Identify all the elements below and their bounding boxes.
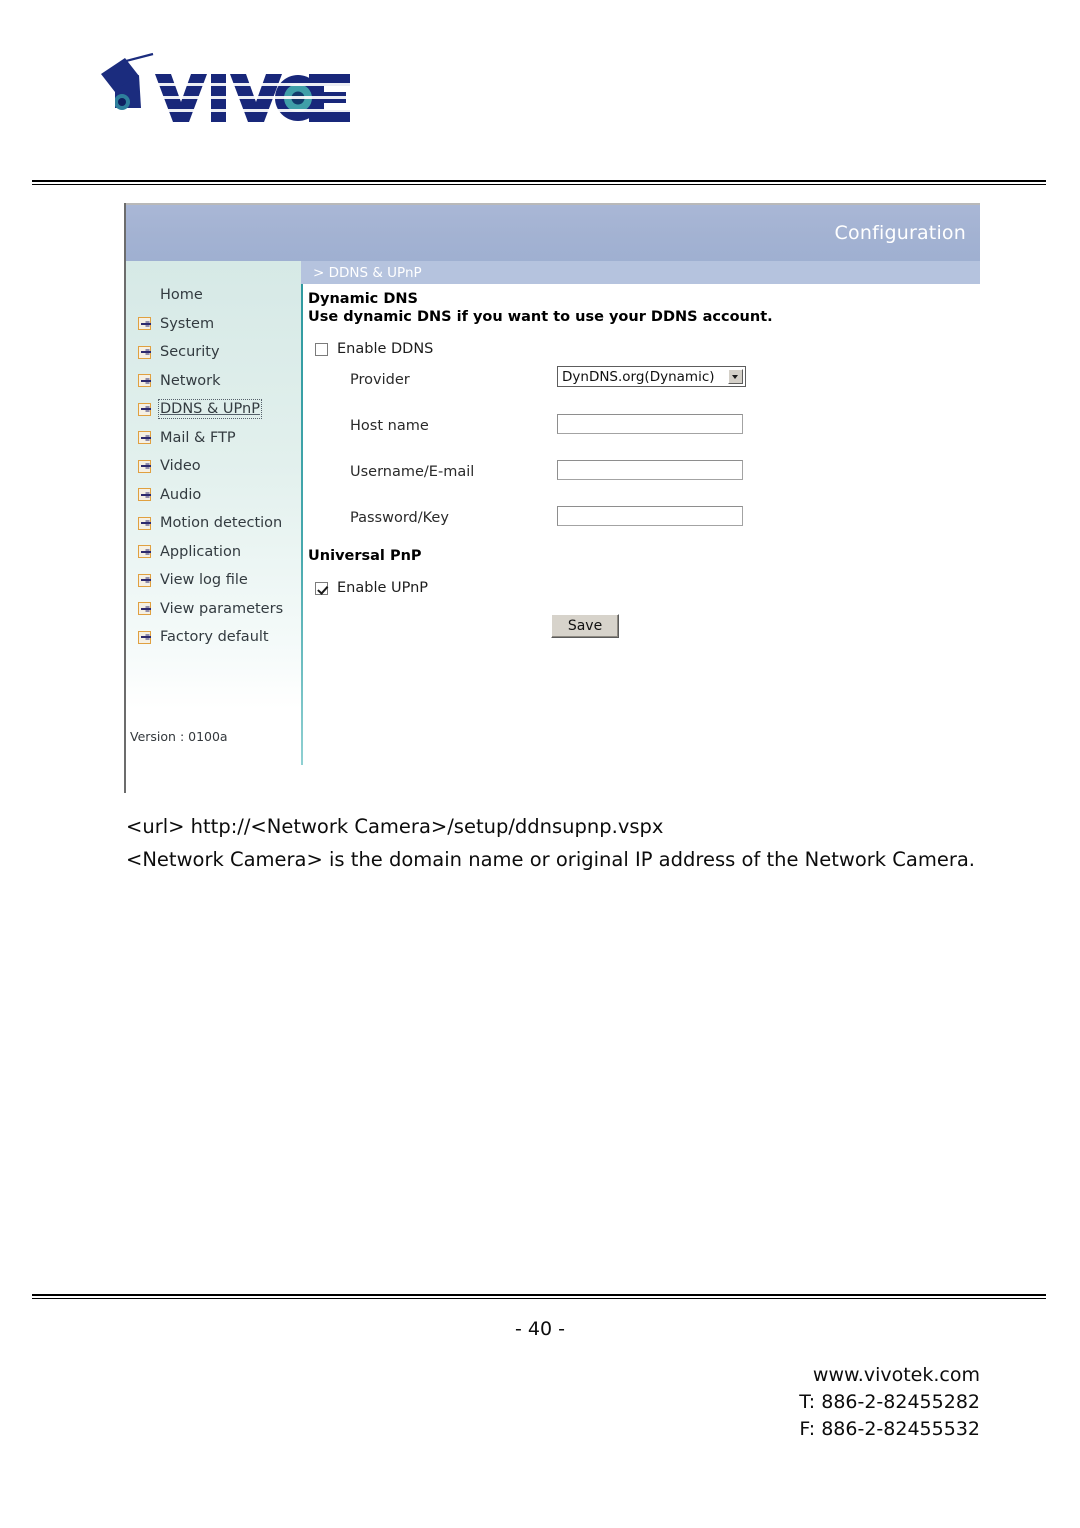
header-rule: [32, 180, 1046, 185]
ddns-upnp-form: Dynamic DNS Use dynamic DNS if you want …: [308, 290, 978, 654]
sidebar-item-label: DDNS & UPnP: [158, 399, 262, 420]
arrow-right-icon: [138, 545, 151, 559]
sidebar-item-application[interactable]: Application: [126, 538, 301, 567]
sidebar-item-label: Mail & FTP: [160, 429, 236, 446]
enable-ddns-row[interactable]: Enable DDNS: [308, 341, 978, 357]
sidebar-item-security[interactable]: Security: [126, 338, 301, 367]
arrow-right-icon: [138, 602, 151, 616]
sidebar-item-view-parameters[interactable]: View parameters: [126, 595, 301, 624]
vivotek-camera-logo-icon: [101, 52, 154, 114]
provider-row: Provider DynDNS.org(Dynamic): [308, 361, 978, 403]
host-name-row: Host name: [308, 407, 978, 449]
sidebar-item-audio[interactable]: Audio: [126, 481, 301, 510]
password-key-label: Password/Key: [350, 510, 449, 526]
arrow-right-icon: [138, 573, 151, 587]
page-number: - 40 -: [515, 1318, 565, 1340]
sidebar-item-motion-detection[interactable]: Motion detection: [126, 509, 301, 538]
arrow-right-icon: [138, 402, 151, 416]
sidebar-item-label: Application: [160, 543, 242, 560]
breadcrumb: > DDNS & UPnP: [313, 265, 422, 281]
provider-select[interactable]: DynDNS.org(Dynamic): [557, 366, 746, 387]
enable-upnp-checkbox[interactable]: [315, 581, 328, 595]
username-email-input[interactable]: [557, 459, 743, 480]
provider-selected-value: DynDNS.org(Dynamic): [562, 368, 715, 385]
configuration-screenshot: Configuration Home System Security Netwo…: [124, 203, 980, 793]
arrow-right-icon: [138, 516, 151, 530]
sidebar-item-view-log-file[interactable]: View log file: [126, 566, 301, 595]
sidebar-item-video[interactable]: Video: [126, 452, 301, 481]
sidebar-item-label: Network: [160, 372, 221, 389]
sidebar-item-label: View parameters: [160, 600, 284, 617]
enable-ddns-label: Enable DDNS: [337, 341, 434, 357]
app-titlebar: Configuration: [126, 203, 980, 261]
enable-ddns-checkbox[interactable]: [315, 342, 328, 356]
arrow-right-icon: [138, 317, 151, 331]
password-key-input[interactable]: [557, 505, 743, 526]
company-telephone: T: 886-2-82455282: [799, 1391, 980, 1413]
vivotek-logo-svg: [101, 52, 350, 122]
host-name-input[interactable]: [557, 413, 743, 434]
arrow-right-icon: [138, 345, 151, 359]
universal-pnp-heading: Universal PnP: [308, 548, 422, 564]
username-email-label: Username/E-mail: [350, 464, 475, 480]
sidebar-item-label: System: [160, 315, 215, 332]
sidebar-item-factory-default[interactable]: Factory default: [126, 623, 301, 652]
sidebar-item-label: Security: [160, 344, 220, 361]
sidebar-item-label: Motion detection: [160, 515, 283, 532]
enable-upnp-label: Enable UPnP: [337, 580, 429, 596]
sidebar-item-system[interactable]: System: [126, 310, 301, 339]
arrow-right-icon: [138, 459, 151, 473]
arrow-right-icon: [138, 488, 151, 502]
save-button[interactable]: Save: [551, 614, 619, 638]
host-name-label: Host name: [350, 418, 429, 434]
firmware-version-label: Version : 0100a: [130, 729, 228, 744]
host-name-control[interactable]: [557, 412, 743, 434]
page-title: Configuration: [834, 222, 966, 244]
sidebar-item-ddns-upnp[interactable]: DDNS & UPnP: [126, 395, 301, 424]
network-camera-description: <Network Camera> is the domain name or o…: [126, 848, 976, 871]
username-email-row: Username/E-mail: [308, 453, 978, 495]
sidebar-menu: Home System Security Network DDNS & UPnP: [126, 281, 301, 652]
form-actions: Save: [308, 614, 978, 654]
enable-upnp-row[interactable]: Enable UPnP: [308, 580, 978, 596]
sidebar-item-label: Factory default: [160, 629, 269, 646]
company-fax: F: 886-2-82455532: [799, 1418, 980, 1440]
arrow-right-icon: [138, 431, 151, 445]
arrow-right-icon: [138, 630, 151, 644]
vivotek-logo: [95, 52, 355, 132]
company-website: www.vivotek.com: [812, 1364, 980, 1386]
dynamic-dns-description: Use dynamic DNS if you want to use your …: [308, 309, 773, 325]
sidebar-item-mail-ftp[interactable]: Mail & FTP: [126, 424, 301, 453]
breadcrumb-bar: > DDNS & UPnP: [301, 261, 980, 284]
dynamic-dns-heading: Dynamic DNS: [308, 291, 418, 307]
password-key-control[interactable]: [557, 504, 743, 526]
provider-label: Provider: [350, 372, 410, 388]
password-key-row: Password/Key: [308, 499, 978, 541]
url-line: <url> http://<Network Camera>/setup/ddns…: [126, 815, 664, 838]
body-copy: <url> http://<Network Camera>/setup/ddns…: [126, 810, 982, 876]
sidebar-item-label: Video: [160, 458, 201, 475]
contact-block: www.vivotek.com T: 886-2-82455282 F: 886…: [799, 1362, 980, 1443]
sidebar-item-network[interactable]: Network: [126, 367, 301, 396]
sidebar-item-home[interactable]: Home: [126, 281, 301, 310]
footer-rule: [32, 1294, 1046, 1299]
content-left-divider: [301, 284, 303, 765]
sidebar-item-label: View log file: [160, 572, 248, 589]
chevron-down-icon[interactable]: [728, 369, 743, 384]
sidebar: Home System Security Network DDNS & UPnP: [126, 261, 301, 744]
arrow-right-icon: [138, 374, 151, 388]
provider-control[interactable]: DynDNS.org(Dynamic): [557, 366, 746, 387]
username-email-control[interactable]: [557, 458, 743, 480]
sidebar-item-label: Audio: [160, 486, 202, 503]
content-area: > DDNS & UPnP Dynamic DNS Use dynamic DN…: [301, 261, 980, 793]
sidebar-item-label: Home: [160, 287, 203, 304]
